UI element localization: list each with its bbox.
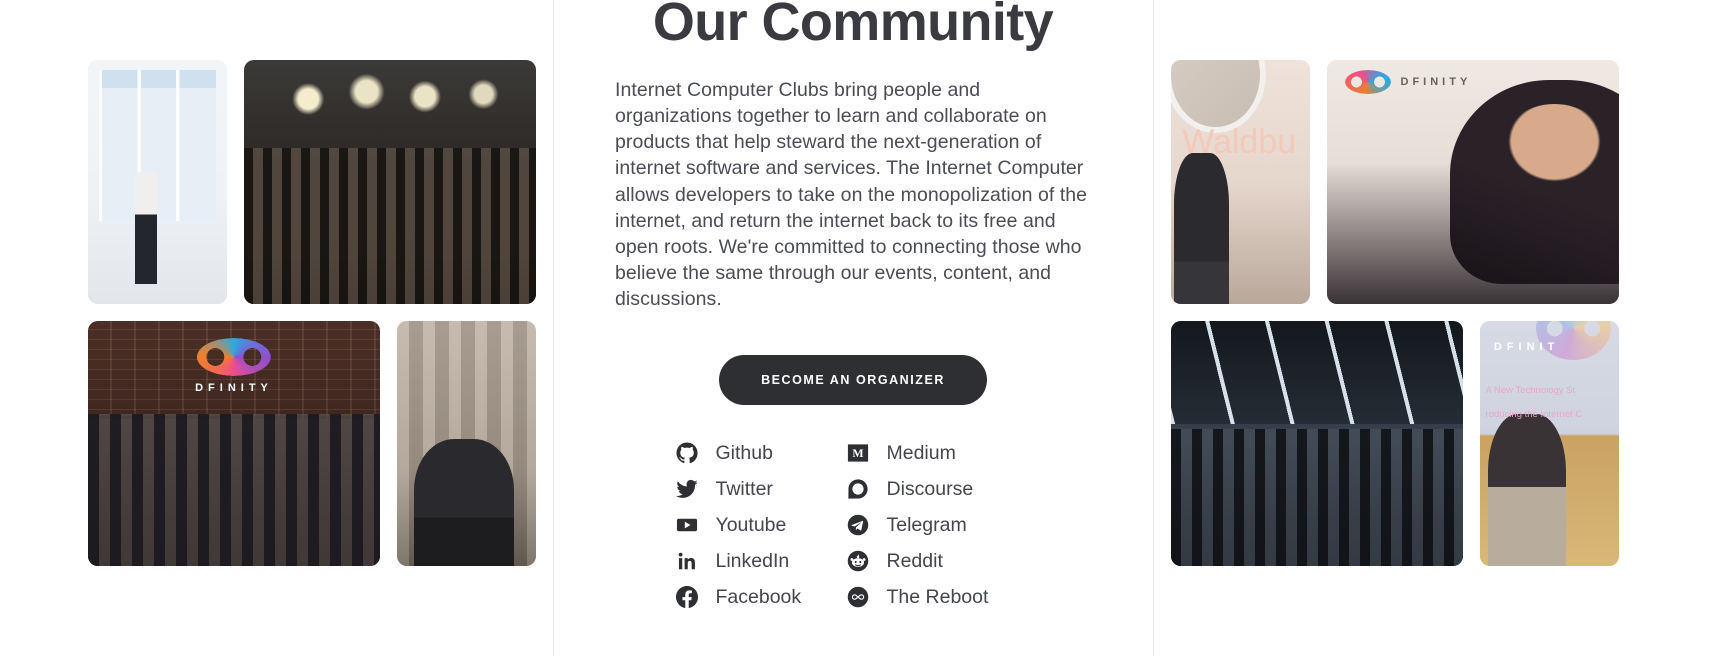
telegram-icon	[846, 513, 870, 537]
photo-artwork	[244, 60, 536, 304]
become-an-organizer-button[interactable]: BECOME AN ORGANIZER	[719, 354, 987, 405]
slide-overlay-line-1: A New Technology St	[1485, 384, 1576, 396]
left-photo-grid: DFINITY	[0, 60, 553, 566]
dfinity-wordmark: DFINITY	[1400, 75, 1472, 88]
reddit-icon	[846, 549, 870, 573]
medium-icon: M	[846, 441, 870, 465]
facebook-icon	[675, 585, 699, 609]
social-link-label: The Reboot	[886, 585, 989, 608]
social-link-github[interactable]: Github	[675, 441, 846, 465]
photo-artwork: DFINITY	[1327, 60, 1619, 304]
infinity-icon	[197, 338, 271, 377]
photo-presenter-dfinity-slide: DFINIT A New Technology St roducing the …	[1480, 321, 1619, 566]
dfinity-logo: DFINITY	[1344, 69, 1472, 94]
community-content-column: Our Community Internet Computer Clubs br…	[553, 0, 1153, 656]
social-link-label: Facebook	[715, 585, 802, 608]
left-photo-column: DFINITY	[0, 0, 553, 656]
photo-artwork	[1171, 321, 1463, 566]
left-divider	[553, 0, 554, 656]
dfinity-wordmark: DFINITY	[195, 382, 273, 395]
photo-artwork: Waldbu	[1171, 60, 1310, 304]
infinity-icon	[846, 585, 870, 609]
social-link-label: Youtube	[715, 513, 787, 536]
cta-wrapper: BECOME AN ORGANIZER	[583, 354, 1123, 405]
social-link-facebook[interactable]: Facebook	[675, 585, 846, 609]
linkedin-icon	[675, 549, 699, 573]
infinity-icon	[1344, 69, 1391, 94]
discourse-icon	[846, 477, 870, 501]
twitter-icon	[675, 477, 699, 501]
social-link-reddit[interactable]: Reddit	[846, 549, 1036, 573]
social-link-label: Twitter	[715, 477, 773, 500]
section-description: Internet Computer Clubs bring people and…	[615, 78, 1088, 311]
social-link-label: Github	[715, 441, 773, 464]
community-section: DFINITY Our Community Internet Computer …	[0, 0, 1734, 656]
photo-artwork: DFINIT A New Technology St roducing the …	[1480, 321, 1619, 566]
social-links-column-right: M Medium Discourse Telegram Reddit The R…	[846, 441, 1036, 609]
social-links: Github Twitter Youtube LinkedIn Facebook…	[583, 441, 1123, 609]
photo-artwork	[397, 321, 536, 566]
social-link-twitter[interactable]: Twitter	[675, 477, 846, 501]
photo-panel-speaker-curtain	[397, 321, 536, 566]
dfinity-logo: DFINITY	[167, 338, 301, 394]
photo-dfinity-team-brick-wall: DFINITY	[88, 321, 380, 566]
slide-overlay-text: Waldbu	[1182, 123, 1297, 162]
social-links-column-left: Github Twitter Youtube LinkedIn Facebook	[671, 441, 846, 609]
social-link-label: LinkedIn	[715, 549, 790, 572]
page-title: Our Community	[652, 0, 1054, 52]
photo-artwork: DFINITY	[88, 321, 380, 566]
photo-large-hall-audience	[1171, 321, 1463, 566]
social-link-discourse[interactable]: Discourse	[846, 477, 1036, 501]
social-link-the-reboot[interactable]: The Reboot	[846, 585, 1036, 609]
social-link-label: Discourse	[886, 477, 974, 500]
dfinity-wordmark: DFINIT	[1493, 340, 1560, 353]
photo-cheering-crowd-loft	[244, 60, 536, 304]
social-link-label: Telegram	[886, 513, 967, 536]
social-link-telegram[interactable]: Telegram	[846, 513, 1036, 537]
social-link-linkedin[interactable]: LinkedIn	[675, 549, 846, 573]
slide-overlay-line-2: roducing the Internet C	[1485, 409, 1583, 421]
social-link-youtube[interactable]: Youtube	[675, 513, 846, 537]
right-divider	[1153, 0, 1154, 656]
youtube-icon	[675, 513, 699, 537]
photo-speaker-by-windows	[88, 60, 227, 304]
social-link-label: Reddit	[886, 549, 943, 572]
social-link-medium[interactable]: M Medium	[846, 441, 1036, 465]
svg-text:M: M	[852, 446, 863, 460]
photo-panel-speaker-dfinity-backdrop: DFINITY	[1327, 60, 1619, 304]
photo-artwork	[88, 60, 227, 304]
right-photo-grid: Waldbu DFINITY DFINIT A New Technology S…	[1153, 60, 1734, 566]
github-icon	[675, 441, 699, 465]
right-photo-column: Waldbu DFINITY DFINIT A New Technology S…	[1153, 0, 1734, 656]
photo-stage-presenter-waldbu: Waldbu	[1171, 60, 1310, 304]
social-link-label: Medium	[886, 441, 956, 464]
